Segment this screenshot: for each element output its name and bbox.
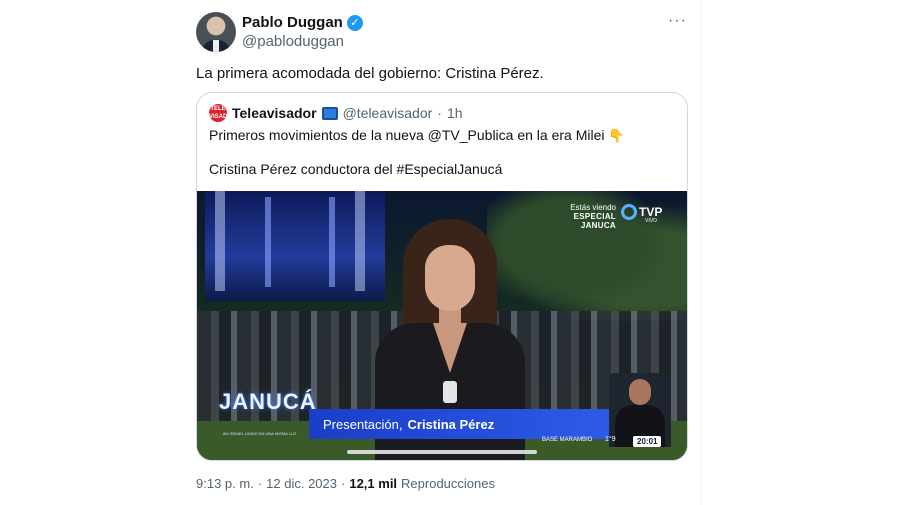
now-watching-label: Estás viendo ESPECIAL JANUCA [544,203,616,230]
weather-location: BASE MARAMBIO [542,437,593,443]
quoted-text-line2: Cristina Pérez conductora del #EspecialJ… [209,161,503,177]
stage-light [355,191,365,291]
tweet-footer: 9:13 p. m. · 12 dic. 2023 · 12,1 mil Rep… [196,476,495,491]
stage-screen [205,191,385,301]
tv-icon [321,106,338,120]
tvp-ring-icon [621,204,637,220]
author-handle[interactable]: @pabloduggan [242,33,344,50]
author-avatar[interactable] [196,12,236,52]
presenter-face [425,245,475,311]
tweet-card: Pablo Duggan ✓ @pabloduggan ··· La prime… [180,0,702,505]
quoted-author-name[interactable]: Teleavisador [232,105,317,121]
more-options-icon[interactable]: ··· [668,12,687,30]
views-count: 12,1 mil [349,476,398,491]
video-player[interactable]: Estás viendo ESPECIAL JANUCA TVP VIVO JA… [197,191,687,460]
quoted-text-line1: Primeros movimientos de la nueva @TV_Pub… [209,126,625,145]
stage-light [215,191,225,291]
now-watching-text: Estás viendo [570,203,616,212]
menorah-icon [265,197,335,287]
footer-separator: · [257,476,263,491]
weather-temperature: 1°9 [605,436,616,443]
lower-third-prefix: Presentación, [323,416,403,432]
footer-separator: · [341,476,346,491]
quoted-separator: · [437,105,442,121]
interpreter-face [629,379,651,405]
lower-third-caption: Presentación, Cristina Pérez [309,409,612,439]
quoted-tweet[interactable]: TELE VISADOR Teleavisador @teleavisador … [196,92,688,461]
views-label: Reproducciones [401,476,495,491]
quoted-time[interactable]: 1h [447,105,463,121]
microphone-icon [443,381,457,403]
quoted-header: TELE VISADOR Teleavisador @teleavisador … [209,104,463,122]
teleavisador-logo-icon: TELE VISADOR [209,104,237,122]
quoted-text: Primeros movimientos de la nueva @TV_Pub… [209,127,605,143]
tweet-time[interactable]: 9:13 p. m. [196,476,254,491]
program-name: ESPECIAL JANUCA [573,212,616,230]
quoted-author-handle[interactable]: @teleavisador [343,105,433,121]
januca-show-subtitle: 8M ISRAEL UNIDO EN UNA MISMA LUZ [223,431,297,436]
live-label: VIVO [645,218,657,224]
avatar-shirt [213,40,219,52]
verified-badge-icon: ✓ [346,14,363,31]
pointing-down-icon: 👇 [608,128,625,143]
tvp-brand: TVP [639,205,663,219]
author-name[interactable]: Pablo Duggan [242,14,343,31]
author-name-row[interactable]: Pablo Duggan ✓ [242,14,363,31]
lower-third-name: Cristina Pérez [407,416,495,432]
broadcast-clock: 20:01 [633,436,662,447]
tweet-text: La primera acomodada del gobierno: Crist… [196,65,544,82]
tweet-date[interactable]: 12 dic. 2023 [266,476,337,491]
video-scrubber[interactable] [347,450,537,454]
